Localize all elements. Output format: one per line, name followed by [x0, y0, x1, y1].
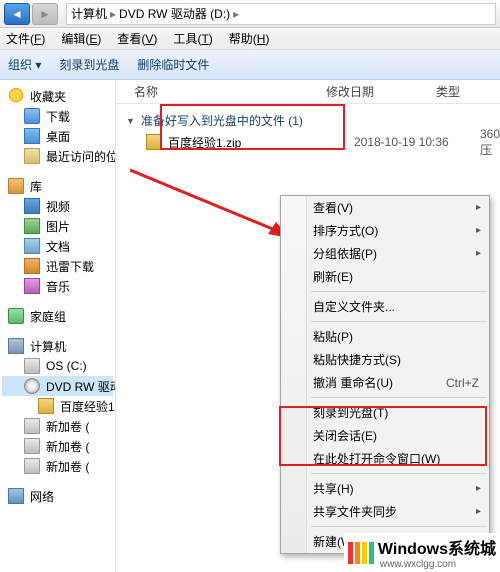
- ctx-close-session[interactable]: 关闭会话(E): [281, 424, 489, 447]
- library-icon: [8, 178, 24, 194]
- file-group-header[interactable]: ▼ 准备好写入到光盘中的文件 (1): [126, 112, 500, 129]
- tree-xunlei[interactable]: 迅雷下载: [2, 256, 113, 276]
- video-icon: [24, 198, 40, 214]
- breadcrumb-seg[interactable]: 计算机: [71, 5, 107, 22]
- picture-icon: [24, 218, 40, 234]
- drive-icon: [24, 438, 40, 454]
- chevron-right-icon: ▸: [233, 7, 239, 21]
- ctx-share[interactable]: 共享(H): [281, 477, 489, 500]
- tree-zip-file[interactable]: 百度经验1.zip: [2, 396, 113, 416]
- menu-separator: [311, 397, 487, 398]
- col-date-header[interactable]: 修改日期: [326, 83, 436, 100]
- document-icon: [24, 238, 40, 254]
- menu-help[interactable]: 帮助(H): [229, 30, 270, 47]
- file-type: 360压: [480, 127, 500, 158]
- menu-tools[interactable]: 工具(T): [173, 30, 212, 47]
- tree-pictures[interactable]: 图片: [2, 216, 113, 236]
- ctx-sync[interactable]: 共享文件夹同步: [281, 500, 489, 523]
- menu-separator: [311, 526, 487, 527]
- tree-drive-c[interactable]: OS (C:): [2, 356, 113, 376]
- tree-volume[interactable]: 新加卷 (: [2, 416, 113, 436]
- homegroup-icon: [8, 308, 24, 324]
- ctx-paste-shortcut[interactable]: 粘贴快捷方式(S): [281, 348, 489, 371]
- tree-music[interactable]: 音乐: [2, 276, 113, 296]
- command-bar: 组织 ▾ 刻录到光盘 删除临时文件: [0, 50, 500, 80]
- drive-icon: [24, 418, 40, 434]
- triangle-down-icon: ▼: [126, 116, 135, 126]
- cmd-organize[interactable]: 组织 ▾: [8, 56, 41, 73]
- watermark-url: www.wxclgg.com: [380, 559, 496, 570]
- tree-dvd[interactable]: DVD RW 驱动器 (D: [2, 376, 113, 396]
- ctx-undo[interactable]: 撤消 重命名(U)Ctrl+Z: [281, 371, 489, 394]
- tree-downloads[interactable]: 下载: [2, 106, 113, 126]
- menu-separator: [311, 321, 487, 322]
- chevron-right-icon: ▸: [110, 7, 116, 21]
- thunder-icon: [24, 258, 40, 274]
- watermark: Windows系统城 www.wxclgg.com: [344, 533, 500, 572]
- tree-recent[interactable]: 最近访问的位置: [2, 146, 113, 166]
- tree-homegroup[interactable]: 家庭组: [2, 306, 113, 326]
- drive-icon: [24, 358, 40, 374]
- breadcrumb[interactable]: 计算机 ▸ DVD RW 驱动器 (D:) ▸: [66, 3, 496, 25]
- dvd-icon: [24, 378, 40, 394]
- zip-icon: [146, 134, 162, 150]
- music-icon: [24, 278, 40, 294]
- menu-view[interactable]: 查看(V): [117, 30, 157, 47]
- tree-favorites[interactable]: 收藏夹: [2, 86, 113, 106]
- column-header-row: 名称 修改日期 类型: [116, 80, 500, 104]
- watermark-text: Windows系统城: [378, 535, 496, 559]
- nav-forward-button: ►: [32, 3, 58, 25]
- col-type-header[interactable]: 类型: [436, 83, 500, 100]
- file-name: 百度经验1.zip: [168, 134, 348, 151]
- context-menu: 查看(V) 排序方式(O) 分组依据(P) 刷新(E) 自定义文件夹... 粘贴…: [280, 195, 490, 554]
- tree-documents[interactable]: 文档: [2, 236, 113, 256]
- col-name-header[interactable]: 名称: [116, 83, 326, 100]
- tree-libraries[interactable]: 库: [2, 176, 113, 196]
- tree-volume[interactable]: 新加卷 (: [2, 436, 113, 456]
- watermark-logo-icon: [348, 542, 374, 564]
- cmd-burn[interactable]: 刻录到光盘: [59, 56, 119, 73]
- ctx-customize[interactable]: 自定义文件夹...: [281, 295, 489, 318]
- download-icon: [24, 108, 40, 124]
- tree-volume[interactable]: 新加卷 (: [2, 456, 113, 476]
- computer-icon: [8, 338, 24, 354]
- star-icon: [8, 88, 24, 104]
- network-icon: [8, 488, 24, 504]
- ctx-view[interactable]: 查看(V): [281, 196, 489, 219]
- nav-back-button[interactable]: ◄: [4, 3, 30, 25]
- ctx-sort[interactable]: 排序方式(O): [281, 219, 489, 242]
- nav-tree: 收藏夹 下载 桌面 最近访问的位置 库 视频 图片 文档 迅雷下载 音乐 家庭组…: [0, 80, 116, 572]
- cmd-delete-temp[interactable]: 删除临时文件: [137, 56, 209, 73]
- titlebar: ◄ ► 计算机 ▸ DVD RW 驱动器 (D:) ▸: [0, 0, 500, 28]
- tree-network[interactable]: 网络: [2, 486, 113, 506]
- zip-icon: [38, 398, 54, 414]
- ctx-group[interactable]: 分组依据(P): [281, 242, 489, 265]
- menu-separator: [311, 291, 487, 292]
- tree-desktop[interactable]: 桌面: [2, 126, 113, 146]
- breadcrumb-seg[interactable]: DVD RW 驱动器 (D:): [119, 5, 230, 22]
- menu-file[interactable]: 文件(F): [6, 30, 45, 47]
- menubar: 文件(F) 编辑(E) 查看(V) 工具(T) 帮助(H): [0, 28, 500, 50]
- file-row[interactable]: 百度经验1.zip 2018-10-19 10:36 360压: [116, 131, 500, 153]
- drive-icon: [24, 458, 40, 474]
- ctx-refresh[interactable]: 刷新(E): [281, 265, 489, 288]
- ctx-open-cmd[interactable]: 在此处打开命令窗口(W): [281, 447, 489, 470]
- ctx-paste[interactable]: 粘贴(P): [281, 325, 489, 348]
- ctx-burn-to-disc[interactable]: 刻录到光盘(T): [281, 401, 489, 424]
- desktop-icon: [24, 128, 40, 144]
- tree-computer[interactable]: 计算机: [2, 336, 113, 356]
- menu-edit[interactable]: 编辑(E): [61, 30, 101, 47]
- recent-icon: [24, 148, 40, 164]
- file-date: 2018-10-19 10:36: [354, 135, 474, 149]
- tree-videos[interactable]: 视频: [2, 196, 113, 216]
- menu-separator: [311, 473, 487, 474]
